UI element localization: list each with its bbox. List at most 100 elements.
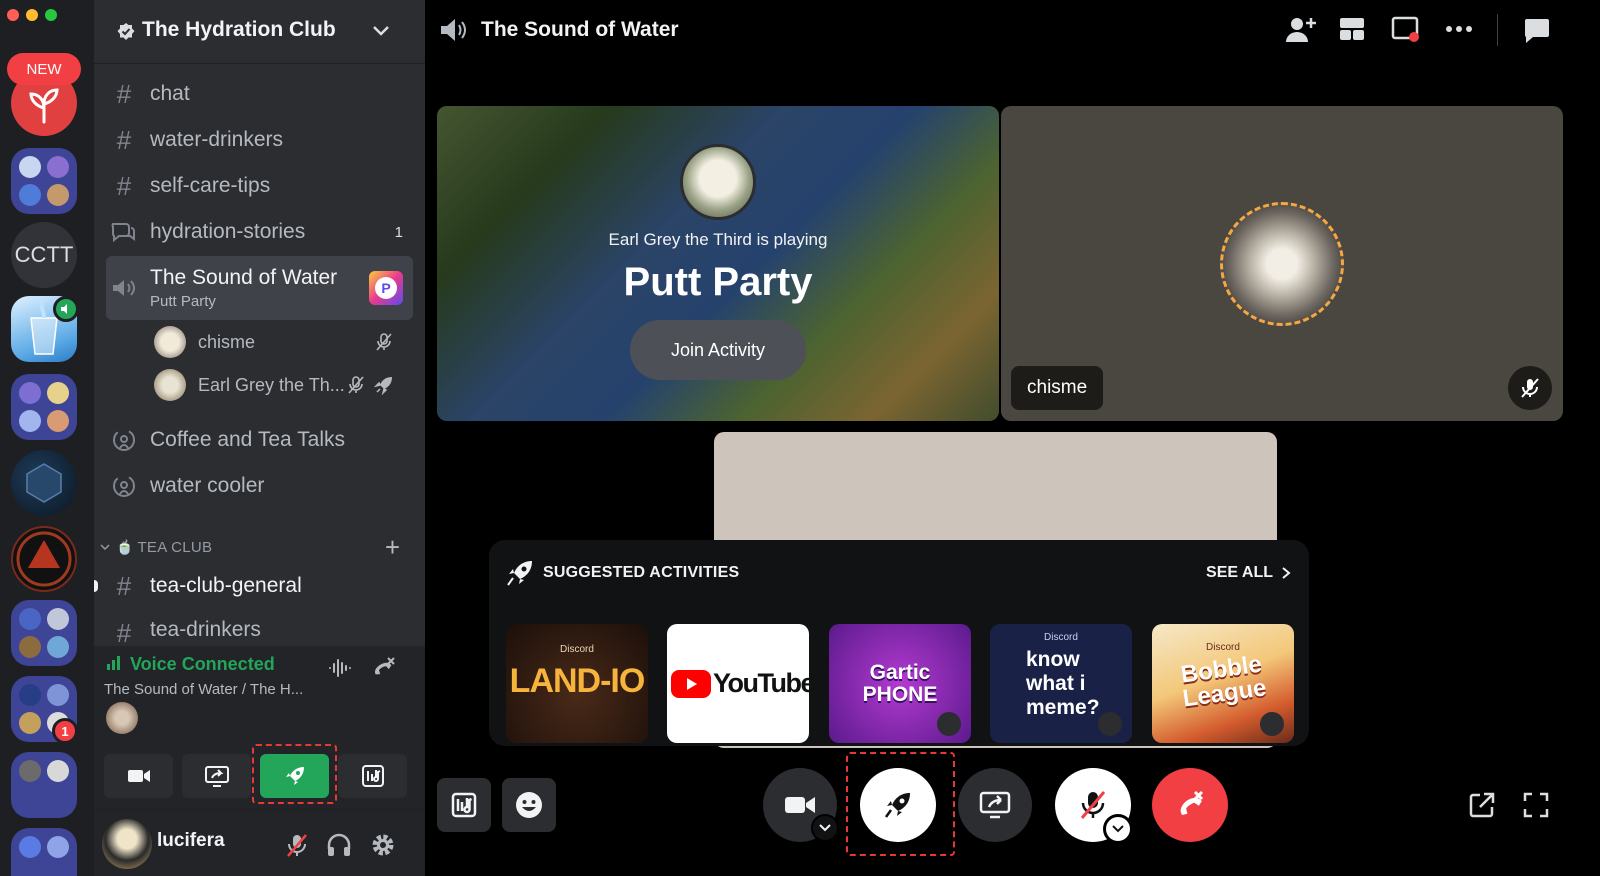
- add-channel-icon[interactable]: +: [385, 534, 400, 560]
- participant-tile-chisme[interactable]: chisme: [1001, 106, 1563, 421]
- see-all-label: SEE ALL: [1206, 564, 1273, 581]
- gear-icon[interactable]: [370, 832, 396, 858]
- avatar: [154, 326, 186, 358]
- invite-user-icon[interactable]: [1285, 14, 1317, 44]
- zoom-window-button[interactable]: [45, 9, 57, 21]
- channel-sidebar: The Hydration Club # chat # water-drinke…: [94, 0, 425, 876]
- voice-participant-avatar[interactable]: [106, 702, 138, 734]
- hashtag-icon: #: [116, 570, 132, 601]
- channel-water-drinkers[interactable]: # water-drinkers: [106, 118, 413, 162]
- avatar: [154, 369, 186, 401]
- channel-self-care-tips[interactable]: # self-care-tips: [106, 164, 413, 208]
- voice-channel-icon: [441, 19, 466, 41]
- emoji-button[interactable]: [502, 778, 556, 832]
- close-window-button[interactable]: [7, 9, 19, 21]
- verified-check-icon: [117, 23, 135, 40]
- chat-bubble-icon[interactable]: [1522, 16, 1550, 44]
- soundboard-button[interactable]: [338, 754, 407, 798]
- server-folder-1[interactable]: [11, 148, 77, 214]
- popout-screen-icon[interactable]: [1391, 15, 1421, 45]
- server-header[interactable]: The Hydration Club: [94, 0, 425, 64]
- activity-card-title: YouTube: [713, 668, 809, 698]
- server-icon-emblem[interactable]: [11, 526, 77, 592]
- headphones-icon[interactable]: [326, 832, 352, 858]
- fullscreen-icon[interactable]: [1522, 791, 1550, 819]
- disconnect-icon[interactable]: [370, 656, 396, 680]
- mic-muted-icon[interactable]: [284, 832, 310, 858]
- soundboard-icon: [451, 792, 477, 818]
- soundboard-button[interactable]: [437, 778, 491, 832]
- activity-card-know-what-i-meme[interactable]: Discord know what i meme?: [990, 624, 1132, 743]
- activity-card-land-io[interactable]: Discord LAND-IO: [506, 624, 648, 743]
- voice-connected-panel: Voice Connected The Sound of Water / The…: [94, 646, 425, 809]
- noise-suppression-icon[interactable]: [328, 658, 352, 678]
- user-avatar[interactable]: [102, 819, 152, 869]
- stage-channel-coffee-tea[interactable]: Coffee and Tea Talks: [106, 418, 413, 462]
- activity-card-youtube[interactable]: YouTube: [667, 624, 809, 743]
- channel-label: self-care-tips: [150, 174, 271, 197]
- category-tea-club[interactable]: 🍵 TEA CLUB +: [100, 534, 410, 560]
- channel-label: tea-club-general: [150, 574, 302, 597]
- server-folder-5[interactable]: [11, 752, 77, 818]
- activity-card-title: Bobble League: [1179, 650, 1269, 713]
- chevron-down-icon[interactable]: [372, 24, 390, 38]
- new-badge: NEW: [7, 53, 81, 85]
- mic-muted-icon: [1521, 378, 1539, 398]
- server-icon-dice[interactable]: [11, 450, 77, 516]
- server-folder-2[interactable]: [11, 374, 77, 440]
- minimize-window-button[interactable]: [26, 9, 38, 21]
- nitro-badge-icon: [1260, 712, 1284, 736]
- server-rail: NEW CCTT 1: [0, 0, 94, 876]
- channel-tea-club-general[interactable]: # tea-club-general: [106, 564, 413, 608]
- activity-card-bobble-league[interactable]: Discord Bobble League: [1152, 624, 1294, 743]
- server-folder-3[interactable]: [11, 600, 77, 666]
- activity-tile[interactable]: Earl Grey the Third is playing Putt Part…: [437, 106, 999, 421]
- unread-count: 1: [394, 223, 403, 241]
- voice-channel-sound-of-water[interactable]: The Sound of Water Putt Party P: [106, 256, 413, 320]
- activity-card-gartic-phone[interactable]: Gartic PHONE: [829, 624, 971, 743]
- screen-share-icon: [204, 766, 229, 787]
- screenshare-button[interactable]: [182, 754, 251, 798]
- screen-share-button[interactable]: [958, 768, 1032, 842]
- activity-card-title: know what i meme?: [1026, 648, 1100, 720]
- user-panel: lucifera: [94, 809, 425, 876]
- channel-label: water-drinkers: [150, 128, 284, 151]
- participant-name: chisme: [1011, 366, 1104, 410]
- channel-label: hydration-stories: [150, 220, 306, 243]
- activity-icon: P: [369, 271, 403, 305]
- folder-notification-badge: 1: [52, 718, 78, 744]
- participant-avatar: [1220, 202, 1344, 326]
- grid-layout-icon[interactable]: [1338, 16, 1366, 42]
- voice-status[interactable]: Voice Connected: [130, 654, 275, 675]
- channel-label: chat: [150, 82, 190, 105]
- voice-location[interactable]: The Sound of Water / The H...: [104, 681, 303, 698]
- voice-user-chisme[interactable]: chisme: [154, 322, 392, 362]
- channel-chat[interactable]: # chat: [106, 72, 413, 116]
- rocket-icon: [507, 561, 532, 586]
- server-folder-6[interactable]: [11, 828, 77, 876]
- discord-tag: Discord: [1044, 632, 1078, 643]
- join-activity-button[interactable]: Join Activity: [630, 320, 806, 380]
- more-options-icon[interactable]: [1445, 24, 1473, 34]
- server-icon-cctt[interactable]: CCTT: [11, 222, 77, 288]
- channel-label: water cooler: [150, 474, 265, 497]
- camera-button[interactable]: [104, 754, 173, 798]
- see-all-button[interactable]: SEE ALL: [1206, 564, 1291, 582]
- channel-hydration-stories[interactable]: hydration-stories 1: [106, 210, 413, 254]
- youtube-logo-icon: [671, 670, 711, 698]
- teacup-icon: 🍵: [116, 538, 134, 555]
- chevron-down-icon: [819, 824, 831, 832]
- player-avatar: [680, 144, 756, 220]
- leave-call-button[interactable]: [1152, 768, 1228, 842]
- channel-tea-drinkers[interactable]: # tea-drinkers: [106, 610, 413, 646]
- suggested-title: SUGGESTED ACTIVITIES: [543, 564, 740, 581]
- mic-options-button[interactable]: [1103, 814, 1133, 844]
- hashtag-icon: #: [116, 124, 132, 155]
- popout-icon[interactable]: [1468, 791, 1496, 819]
- category-label: TEA CLUB: [137, 538, 213, 556]
- username[interactable]: lucifera: [157, 830, 225, 852]
- signal-icon: [107, 656, 120, 670]
- stage-channel-water-cooler[interactable]: water cooler: [106, 464, 413, 508]
- voice-user-earl-grey[interactable]: Earl Grey the Th...: [154, 365, 392, 405]
- camera-options-button[interactable]: [811, 814, 839, 842]
